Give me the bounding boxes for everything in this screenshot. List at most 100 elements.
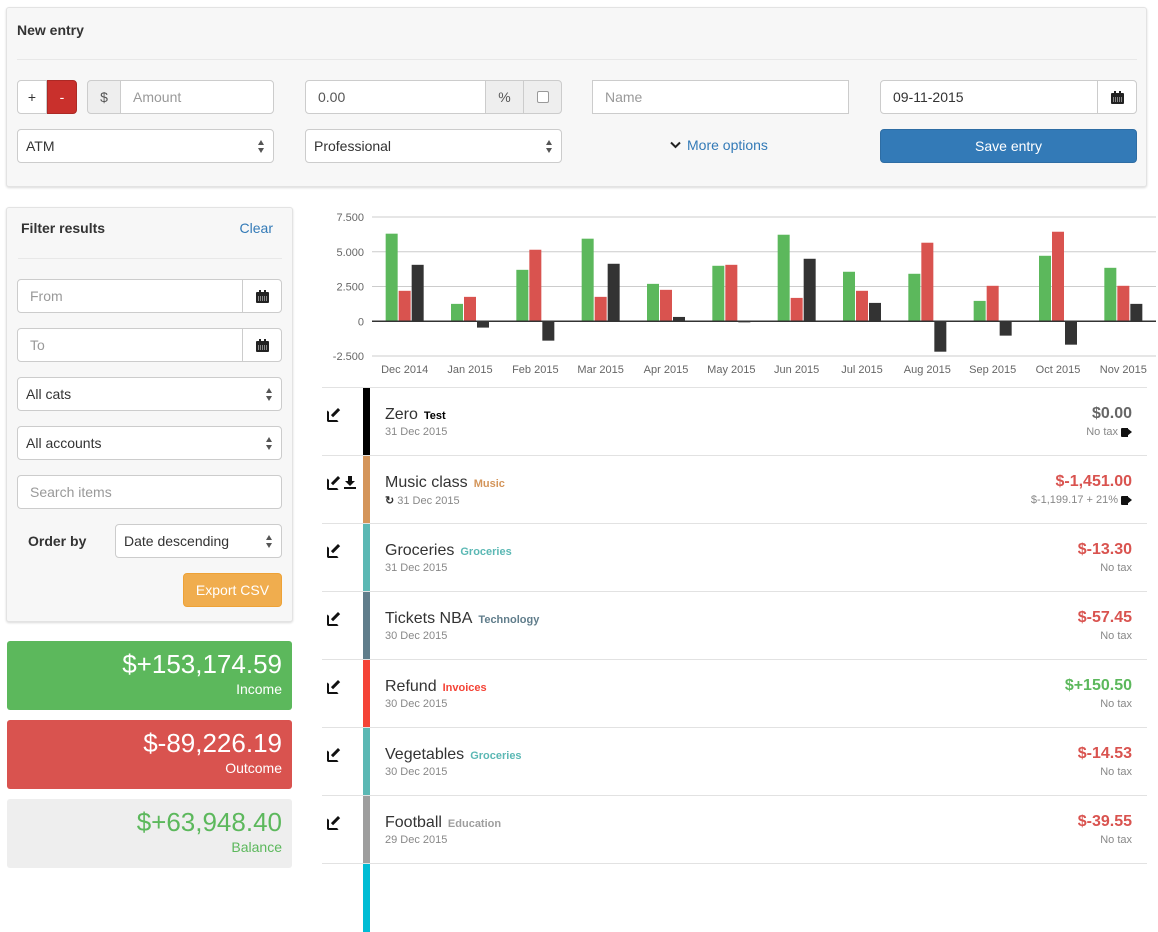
entry-row[interactable]: Groceries Groceries 31 Dec 2015 $-13.30 N…	[322, 523, 1147, 592]
outcome-value: $-89,226.19	[143, 728, 282, 758]
bar-income	[385, 233, 398, 322]
bar-balance	[803, 258, 816, 322]
x-tick-label: Jan 2015	[447, 364, 492, 376]
income-value: $+153,174.59	[122, 649, 282, 679]
entry-category: Music	[473, 478, 505, 490]
entry-date-line: 31 Dec 2015	[385, 562, 447, 574]
account-select[interactable]: ATM	[17, 129, 274, 163]
select-arrows-icon	[266, 535, 273, 548]
category-select-value: Professional	[314, 138, 392, 154]
edit-icon[interactable]	[327, 612, 340, 626]
entry-amount: $-13.30	[1077, 541, 1132, 558]
entry-tax: No tax	[1100, 698, 1132, 710]
percent-icon: %	[498, 89, 511, 105]
entry-row[interactable]: Refund Invoices 30 Dec 2015 $+150.50 No t…	[322, 659, 1147, 728]
entry-row[interactable]: Vegetables Groceries 30 Dec 2015 $-14.53 …	[322, 727, 1147, 796]
entry-date-line: 30 Dec 2015	[385, 630, 447, 642]
entry-tax-line: No tax	[1100, 630, 1132, 642]
entry-amount: $0.00	[1091, 405, 1132, 422]
x-tick-label: Mar 2015	[577, 364, 623, 376]
entry-list: Zero Test 31 Dec 2015 $0.00 No tax Music …	[322, 387, 1147, 932]
save-entry-button[interactable]: Save entry	[880, 129, 1137, 163]
x-tick-label: Feb 2015	[512, 364, 558, 376]
entry-name-line: Zero Test	[385, 406, 446, 424]
entry-row[interactable]: Zero Test 31 Dec 2015 $0.00 No tax	[322, 387, 1147, 456]
tax-checkbox[interactable]	[536, 91, 549, 103]
export-csv-button[interactable]: Export CSV	[183, 573, 282, 607]
entry-date-line: 31 Dec 2015	[385, 426, 447, 438]
to-date-picker-button[interactable]	[242, 328, 282, 362]
bar-balance	[999, 321, 1012, 336]
entry-row[interactable]: Music class Music ↻ 31 Dec 2015 $-1,451.0…	[322, 455, 1147, 524]
order-by-select[interactable]: Date descending	[115, 524, 282, 558]
entry-date: 30 Dec 2015	[385, 630, 448, 642]
download-icon[interactable]	[344, 476, 357, 489]
outcome-summary: $-89,226.19 Outcome	[7, 720, 292, 789]
bar-income	[516, 269, 529, 322]
expense-toggle-button[interactable]: -	[47, 80, 77, 114]
bar-income	[973, 300, 986, 322]
export-csv-label: Export CSV	[195, 582, 270, 598]
more-options-link[interactable]: More options	[670, 137, 768, 153]
account-filter-select[interactable]: All accounts	[17, 426, 282, 460]
entry-date: 30 Dec 2015	[385, 698, 448, 710]
dollar-icon: $	[100, 89, 108, 105]
tag-icon	[1121, 427, 1132, 437]
monthly-bar-chart: 7.500 5.000 2.500 0 -2.500 Dec 2014 Jan 2015 Fe…	[333, 212, 1156, 376]
bar-income	[1104, 267, 1117, 322]
bar-outcome	[660, 289, 672, 322]
entry-name: Tickets NBA	[385, 610, 473, 627]
entry-date: 30 Dec 2015	[385, 766, 448, 778]
entry-actions	[327, 680, 340, 694]
category-select[interactable]: Professional	[305, 129, 562, 163]
entry-row[interactable]: Football Education 29 Dec 2015 $-39.55 No…	[322, 795, 1147, 864]
amount-input[interactable]	[120, 80, 274, 114]
entry-name: Vegetables	[385, 746, 465, 763]
date-input[interactable]	[880, 80, 1099, 114]
edit-icon[interactable]	[327, 544, 340, 558]
from-date-input[interactable]	[17, 279, 244, 313]
edit-icon[interactable]	[327, 408, 340, 422]
bar-income	[451, 303, 463, 322]
recurring-icon: ↻	[385, 495, 395, 507]
bar-income	[843, 271, 855, 322]
bar-balance	[869, 302, 881, 322]
date-picker-button[interactable]	[1097, 80, 1137, 114]
edit-icon[interactable]	[327, 476, 340, 490]
category-color-bar	[363, 796, 370, 864]
select-arrows-icon	[258, 140, 265, 153]
entry-tax: $-1,199.17 + 21%	[1030, 494, 1118, 506]
category-color-bar	[363, 388, 370, 456]
bar-income	[581, 238, 594, 322]
edit-icon[interactable]	[327, 680, 340, 694]
entry-actions	[327, 544, 340, 558]
entry-row[interactable]: Tickets NBA Technology 30 Dec 2015 $-57.4…	[322, 591, 1147, 660]
entry-tax: No tax	[1086, 426, 1118, 438]
edit-icon[interactable]	[327, 748, 340, 762]
entry-tax-line: No tax	[1086, 426, 1132, 438]
entry-tax: No tax	[1100, 562, 1132, 574]
percent-addon: %	[485, 80, 524, 114]
from-date-picker-button[interactable]	[242, 279, 282, 313]
entry-row[interactable]	[322, 863, 1147, 932]
entry-actions	[327, 748, 340, 762]
search-items-input[interactable]	[17, 475, 282, 509]
entry-actions	[327, 612, 340, 626]
category-filter-select[interactable]: All cats	[17, 377, 282, 411]
income-toggle-button[interactable]: +	[17, 80, 47, 114]
entry-date: 31 Dec 2015	[397, 494, 460, 507]
category-color-bar	[363, 592, 370, 660]
edit-icon[interactable]	[327, 816, 340, 830]
tax-input[interactable]	[305, 80, 486, 114]
new-entry-panel: New entry + - $ % ATM Professional More …	[6, 7, 1147, 187]
entry-name-line: Tickets NBA Technology	[385, 610, 539, 628]
category-color-bar	[363, 456, 370, 524]
bar-outcome	[398, 290, 411, 322]
entry-category: Education	[447, 818, 502, 830]
clear-filter-link[interactable]: Clear	[240, 220, 273, 236]
entry-name: Zero	[385, 406, 418, 423]
entry-amount: $-39.55	[1077, 813, 1132, 830]
name-input[interactable]	[592, 80, 849, 114]
bar-income	[647, 283, 659, 322]
to-date-input[interactable]	[17, 328, 244, 362]
